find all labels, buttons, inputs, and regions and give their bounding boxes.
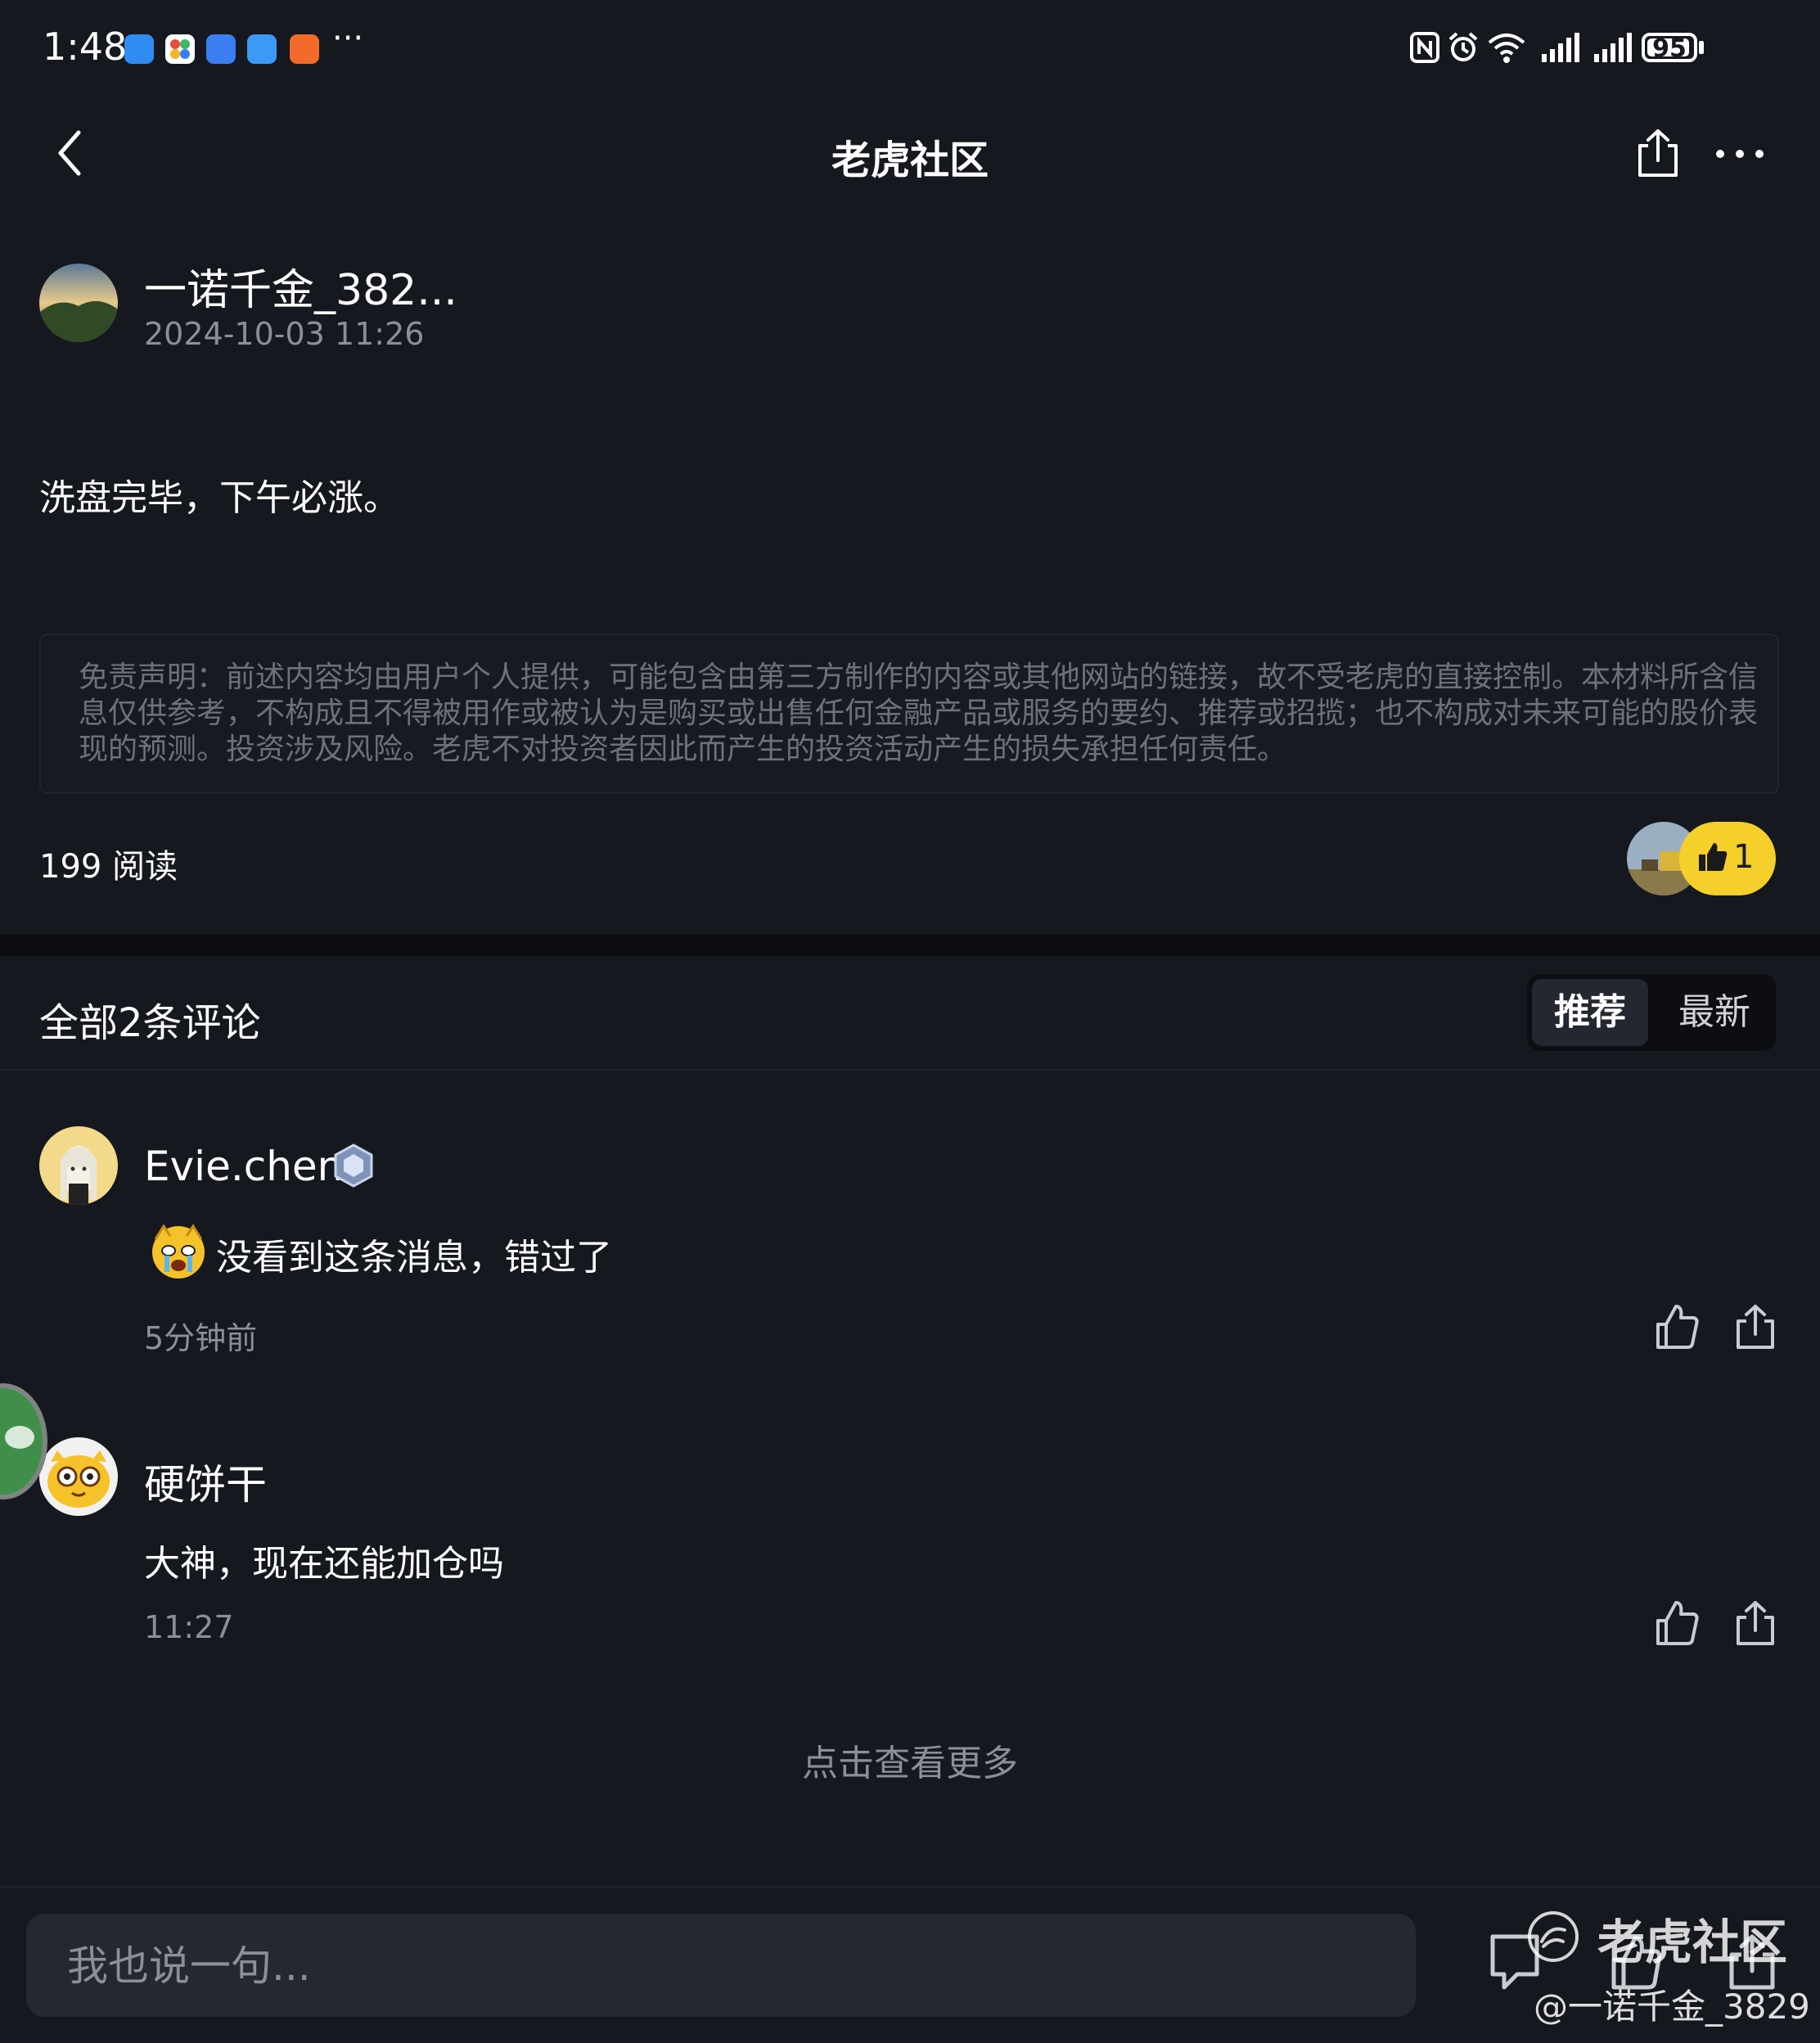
chat-icon [5, 1426, 34, 1449]
comment-avatar[interactable] [39, 1437, 118, 1516]
comment-time: 11:27 [144, 1609, 234, 1645]
section-divider [0, 935, 1820, 956]
tab-latest[interactable]: 最新 [1656, 979, 1773, 1046]
disclaimer-box: 免责声明：前述内容均由用户个人提供，可能包含由第三方制作的内容或其他网站的链接，… [39, 634, 1779, 794]
comments-divider [0, 1069, 1820, 1071]
comment-like-button[interactable] [1653, 1599, 1701, 1647]
share-button[interactable] [1633, 128, 1683, 178]
comment-author-name[interactable]: Evie.chen [144, 1143, 343, 1190]
watermark-brand: 老虎社区 [1597, 1914, 1788, 1970]
load-more-link[interactable]: 点击查看更多 [0, 1734, 1820, 1786]
post-body: 洗盘完毕，下午必涨。 [39, 477, 399, 519]
alarm-icon [1448, 32, 1478, 61]
status-bar: 1:48 ··· 95 [0, 0, 1820, 98]
battery-icon: 95 [1642, 33, 1697, 63]
comment-share-button[interactable] [1732, 1599, 1779, 1647]
battery-tip [1699, 41, 1704, 54]
comment-input-box[interactable] [26, 1914, 1416, 2018]
author-avatar[interactable] [39, 264, 118, 342]
nfc-icon [1410, 32, 1439, 63]
bottom-divider [0, 1886, 1820, 1887]
comment-text: 没看到这条消息，错过了 [216, 1237, 612, 1279]
read-count: 199 阅读 [39, 848, 178, 886]
verified-badge-icon [334, 1143, 373, 1188]
photos-app-icon [165, 34, 195, 64]
like-count: 1 [1733, 838, 1755, 876]
tiger-logo-icon [1528, 1911, 1579, 1962]
disclaimer-text: 免责声明：前述内容均由用户个人提供，可能包含由第三方制作的内容或其他网站的链接，… [79, 661, 1759, 766]
more-options-button[interactable] [1714, 139, 1766, 169]
status-time: 1:48 [43, 25, 128, 69]
comments-title: 全部2条评论 [39, 1000, 261, 1046]
tab-recommended[interactable]: 推荐 [1532, 979, 1648, 1046]
comment-sort-tabs: 推荐 最新 [1527, 974, 1776, 1051]
thumbs-up-icon [1699, 843, 1728, 871]
wifi-icon [1488, 34, 1525, 63]
comment-author-name[interactable]: 硬饼干 [144, 1452, 267, 1511]
comment-like-button[interactable] [1653, 1303, 1701, 1351]
signal-icon-1 [1542, 33, 1579, 62]
signal-icon-2 [1594, 33, 1632, 62]
battery-text: 95 [1652, 34, 1687, 63]
page-title: 老虎社区 [831, 138, 989, 183]
author-name[interactable]: 一诺千金_382... [144, 255, 457, 317]
comment-time: 5分钟前 [144, 1320, 258, 1356]
like-button[interactable]: 1 [1679, 822, 1776, 895]
watermark-user: @一诺千金_3829 [1534, 1987, 1810, 2027]
comment-share-button[interactable] [1732, 1303, 1779, 1351]
status-more-icon: ··· [332, 20, 364, 57]
cloud-app-icon [247, 34, 277, 64]
crying-emoji-icon [152, 1224, 205, 1279]
comment-input[interactable] [65, 1914, 1394, 2018]
messages-app-icon [124, 34, 154, 64]
comment-avatar[interactable] [39, 1126, 118, 1205]
post-date: 2024-10-03 11:26 [144, 316, 425, 352]
browser-app-icon [206, 34, 236, 64]
comment-text: 大神，现在还能加仓吗 [144, 1543, 504, 1585]
taobao-app-icon [290, 34, 319, 64]
